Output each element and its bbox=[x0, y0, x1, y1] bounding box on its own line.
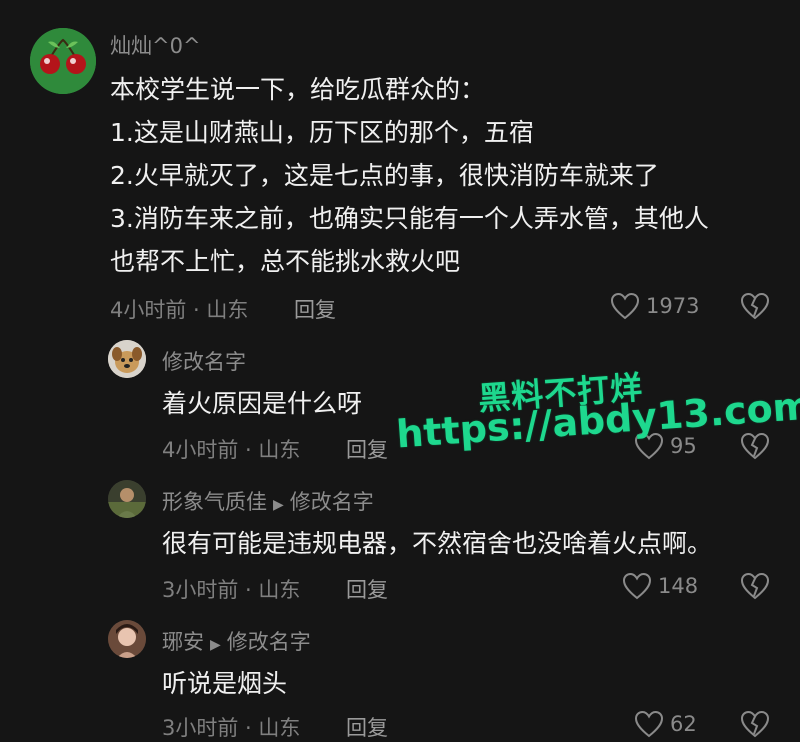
avatar[interactable] bbox=[30, 28, 96, 94]
comment-meta: 4小时前 · 山东 bbox=[110, 298, 249, 322]
dislike-button[interactable] bbox=[740, 432, 770, 464]
reply-target[interactable]: 修改名字 bbox=[227, 630, 311, 654]
girl-avatar bbox=[108, 620, 146, 658]
avatar[interactable] bbox=[108, 340, 146, 378]
like-button[interactable]: 148 bbox=[622, 572, 698, 600]
like-count: 1973 bbox=[646, 294, 700, 318]
cherries-icon bbox=[30, 28, 96, 94]
username[interactable]: 琊安 ▶ 修改名字 bbox=[162, 626, 311, 656]
reply-meta: 3小时前 · 山东 bbox=[162, 716, 301, 740]
avatar[interactable] bbox=[108, 480, 146, 518]
dislike-button[interactable] bbox=[740, 292, 770, 324]
broken-heart-icon bbox=[740, 710, 770, 738]
reply-arrow-icon: ▶ bbox=[273, 497, 284, 513]
like-button[interactable]: 62 bbox=[634, 710, 697, 738]
reply-button[interactable]: 回复 bbox=[346, 434, 388, 464]
heart-icon bbox=[610, 292, 640, 320]
reply-author[interactable]: 形象气质佳 bbox=[162, 490, 267, 514]
dog-avatar bbox=[108, 340, 146, 378]
person-avatar bbox=[108, 480, 146, 518]
avatar[interactable] bbox=[108, 620, 146, 658]
comment-line: 2.火早就灭了，这是七点的事，很快消防车就来了 bbox=[110, 161, 659, 190]
like-count: 62 bbox=[670, 712, 697, 736]
comment-text: 本校学生说一下，给吃瓜群众的： 1.这是山财燕山，历下区的那个，五宿 2.火早就… bbox=[110, 68, 709, 283]
reply-author[interactable]: 琊安 bbox=[162, 630, 204, 654]
comment-line: 1.这是山财燕山，历下区的那个，五宿 bbox=[110, 118, 534, 147]
reply-meta: 3小时前 · 山东 bbox=[162, 578, 301, 602]
reply-text: 听说是烟头 bbox=[162, 669, 288, 698]
reply-meta: 4小时前 · 山东 bbox=[162, 438, 301, 462]
comment-line: 3.消防车来之前，也确实只能有一个人弄水管，其他人 bbox=[110, 204, 709, 233]
broken-heart-icon bbox=[740, 572, 770, 600]
reply-target[interactable]: 修改名字 bbox=[290, 490, 374, 514]
heart-icon bbox=[622, 572, 652, 600]
dislike-button[interactable] bbox=[740, 710, 770, 742]
reply-text: 很有可能是违规电器，不然宿舍也没啥着火点啊。 bbox=[162, 529, 713, 558]
like-count: 148 bbox=[658, 574, 699, 598]
reply-arrow-icon: ▶ bbox=[210, 637, 221, 653]
dislike-button[interactable] bbox=[740, 572, 770, 604]
username[interactable]: 灿灿^0^ bbox=[110, 30, 201, 60]
reply-button[interactable]: 回复 bbox=[346, 574, 388, 604]
reply-button[interactable]: 回复 bbox=[346, 712, 388, 742]
broken-heart-icon bbox=[740, 292, 770, 320]
comment-line: 本校学生说一下，给吃瓜群众的： bbox=[110, 75, 486, 104]
like-button[interactable]: 1973 bbox=[610, 292, 699, 320]
reply-button[interactable]: 回复 bbox=[294, 294, 336, 324]
username[interactable]: 形象气质佳 ▶ 修改名字 bbox=[162, 486, 374, 516]
comment-line: 也帮不上忙，总不能挑水救火吧 bbox=[110, 247, 461, 276]
like-count: 95 bbox=[670, 434, 697, 458]
broken-heart-icon bbox=[740, 432, 770, 460]
reply-text: 着火原因是什么呀 bbox=[162, 389, 363, 418]
username[interactable]: 修改名字 bbox=[162, 346, 246, 376]
heart-icon bbox=[634, 710, 664, 738]
